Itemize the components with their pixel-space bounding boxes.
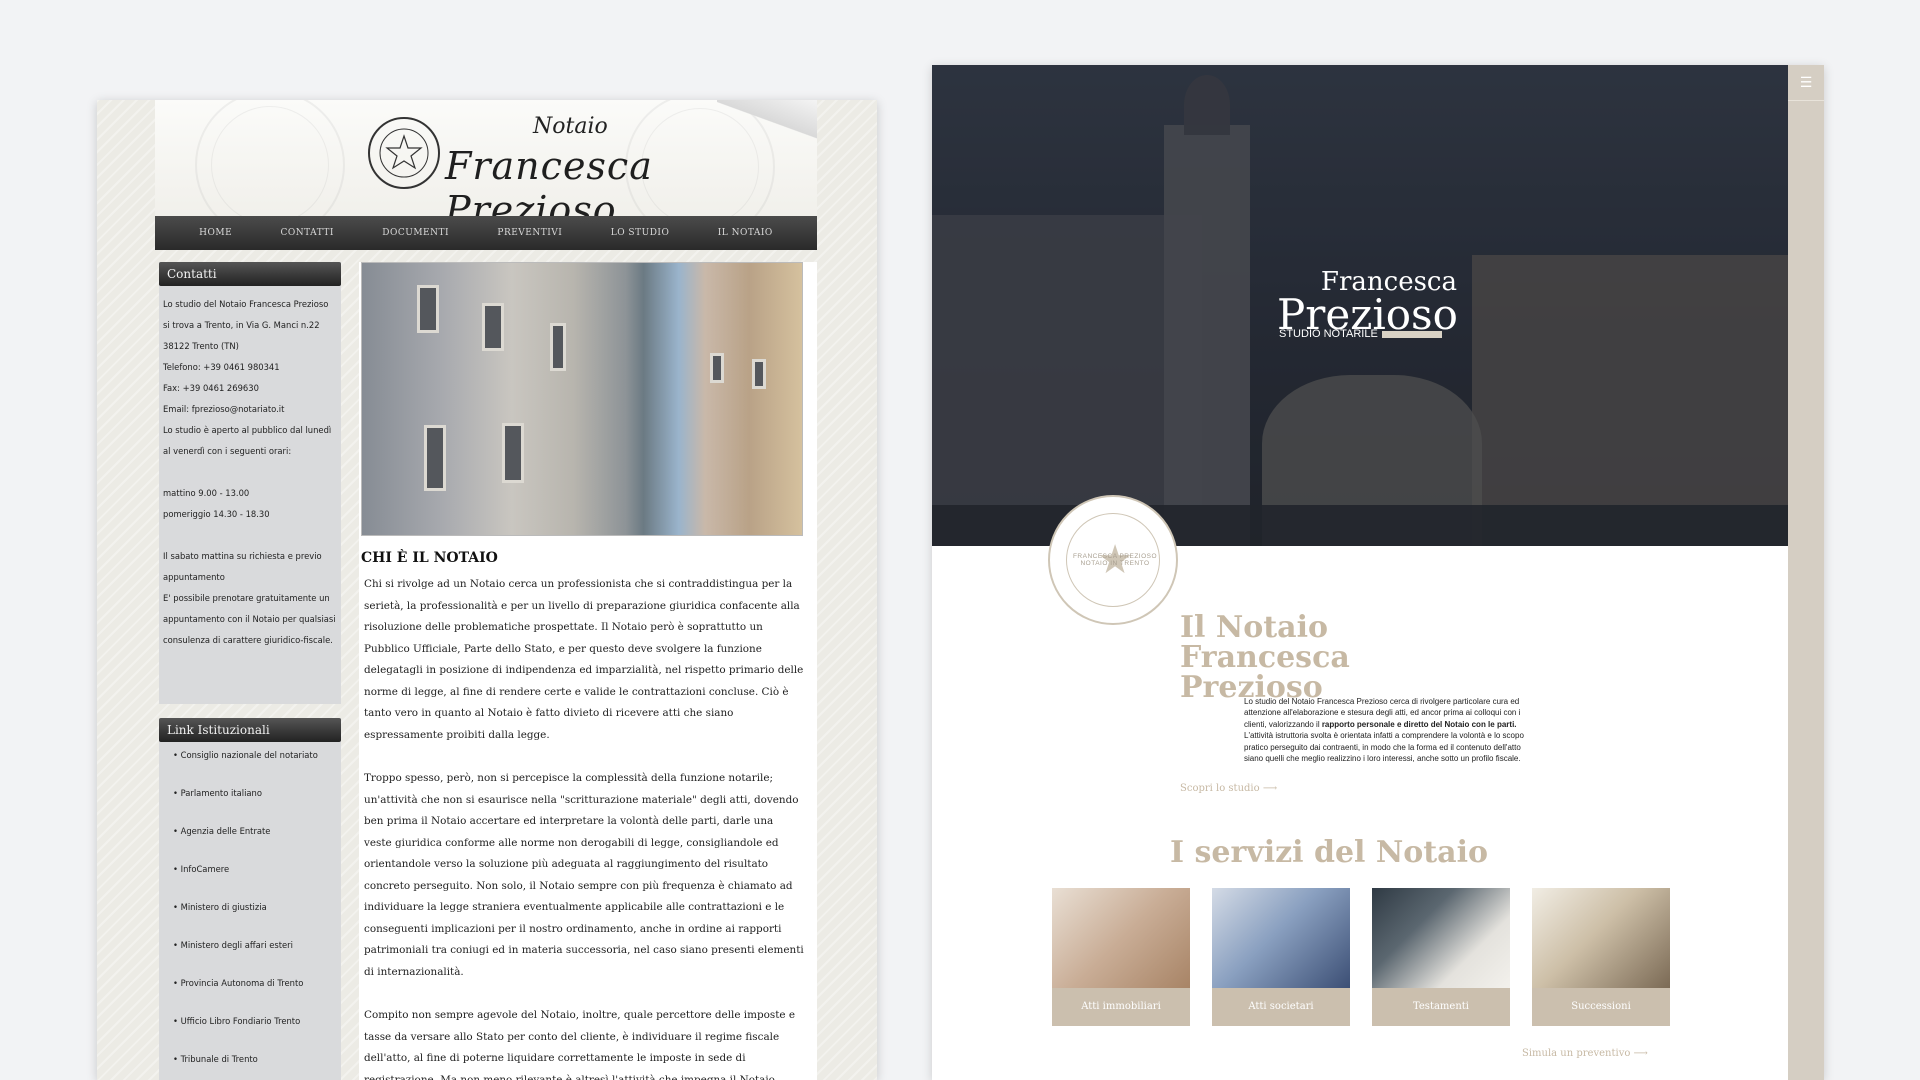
old-website-screenshot: Notaio Francesca Prezioso HOME CONTATTI …	[97, 100, 877, 1080]
new-website-screenshot: Francesca Prezioso STUDIO NOTARILE ☰ ★ F…	[932, 65, 1824, 1080]
link-item[interactable]: InfoCamere	[173, 862, 331, 900]
contatti-line: Il sabato mattina su richiesta e previo …	[163, 551, 322, 582]
notaio-label: Notaio	[533, 114, 608, 139]
hero-accent-bar	[1382, 331, 1442, 338]
menu-button[interactable]: ☰	[1788, 65, 1824, 101]
link-item[interactable]: Tribunale di Trento	[173, 1052, 331, 1080]
contatti-line: mattino 9.00 - 13.00	[163, 488, 250, 498]
nav-documenti[interactable]: DOCUMENTI	[382, 228, 449, 238]
contatti-email[interactable]: Email: fprezioso@notariato.it	[163, 399, 337, 420]
service-label: Testamenti	[1372, 988, 1510, 1026]
service-card-atti-immobiliari[interactable]: Atti immobiliari	[1052, 888, 1190, 1026]
window-shape	[482, 303, 504, 351]
services-title: I servizi del Notaio	[1170, 835, 1489, 870]
old-site-header: Notaio Francesca Prezioso	[155, 100, 817, 216]
link-item[interactable]: Parlamento italiano	[173, 786, 331, 824]
contatti-spacer	[163, 462, 337, 483]
window-shape	[417, 285, 439, 333]
service-card-successioni[interactable]: Successioni	[1532, 888, 1670, 1026]
books-photo	[1532, 888, 1670, 988]
contatti-line: Lo studio del Notaio Francesca Prezioso …	[163, 299, 329, 330]
old-main-nav: HOME CONTATTI DOCUMENTI PREVENTIVI LO ST…	[155, 216, 817, 250]
about-text-part: L'attività istruttoria svolta è orientat…	[1244, 731, 1524, 764]
handshake-photo	[1212, 888, 1350, 988]
contatti-line: Telefono: +39 0461 980341	[163, 362, 280, 372]
link-item[interactable]: Ministero di giustizia	[173, 900, 331, 938]
article-body: Chi si rivolge ad un Notaio cerca un pro…	[364, 574, 804, 1080]
link-istituzionali-title: Link Istituzionali	[159, 718, 341, 742]
link-list: Consiglio nazionale del notariato Parlam…	[159, 742, 341, 1080]
service-label: Successioni	[1532, 988, 1670, 1026]
service-label: Atti societari	[1212, 988, 1350, 1026]
link-item[interactable]: Consiglio nazionale del notariato	[173, 748, 331, 786]
contatti-panel: Contatti Lo studio del Notaio Francesca …	[159, 262, 341, 704]
nav-contatti[interactable]: CONTATTI	[281, 228, 334, 238]
nav-home[interactable]: HOME	[199, 228, 232, 238]
window-shape	[710, 353, 724, 383]
contatti-line: pomeriggio 14.30 - 18.30	[163, 509, 270, 519]
link-item[interactable]: Ministero degli affari esteri	[173, 938, 331, 976]
hero-subtitle: STUDIO NOTARILE	[1279, 328, 1378, 340]
republic-seal-icon	[368, 117, 440, 189]
page-curl-decoration	[717, 100, 817, 148]
service-card-atti-societari[interactable]: Atti societari	[1212, 888, 1350, 1026]
about-text: Lo studio del Notaio Francesca Prezioso …	[1244, 696, 1534, 764]
window-shape	[752, 359, 766, 389]
window-shape	[550, 323, 566, 371]
window-shape	[424, 425, 446, 491]
contatti-spacer	[163, 525, 337, 546]
contatti-line: Lo studio è aperto al pubblico dal luned…	[163, 425, 332, 456]
link-item[interactable]: Ufficio Libro Fondiario Trento	[173, 1014, 331, 1052]
hamburger-icon: ☰	[1799, 74, 1813, 91]
pen-photo	[1372, 888, 1510, 988]
ghost-seal-decoration	[195, 100, 345, 216]
article-paragraph: Troppo spesso, però, non si percepisce l…	[364, 772, 804, 978]
street-photo	[361, 262, 803, 536]
window-shape	[502, 423, 524, 483]
notary-seal-icon: ★ FRANCESCA PREZIOSO NOTAIO IN TRENTO	[1048, 495, 1178, 625]
keys-photo	[1052, 888, 1190, 988]
article-paragraph: Compito non sempre agevole del Notaio, i…	[364, 1009, 795, 1080]
nav-il-notaio[interactable]: IL NOTAIO	[718, 228, 773, 238]
simulate-quote-link[interactable]: Simula un preventivo ⟶	[1522, 1048, 1648, 1059]
service-card-testamenti[interactable]: Testamenti	[1372, 888, 1510, 1026]
link-istituzionali-panel: Link Istituzionali Consiglio nazionale d…	[159, 718, 341, 1080]
contatti-title: Contatti	[159, 262, 341, 286]
link-item[interactable]: Agenzia delle Entrate	[173, 824, 331, 862]
contatti-line: E' possibile prenotare gratuitamente un …	[163, 593, 336, 645]
notary-name-logo: Francesca Prezioso	[445, 144, 653, 216]
seal-text: FRANCESCA PREZIOSO NOTAIO IN TRENTO	[1072, 553, 1158, 567]
about-text-bold: rapporto personale e diretto del Notaio …	[1321, 719, 1517, 729]
page-title: CHI È IL NOTAIO	[361, 550, 498, 566]
link-item[interactable]: Provincia Autonoma di Trento	[173, 976, 331, 1014]
hero-section: Francesca Prezioso STUDIO NOTARILE	[932, 65, 1788, 546]
hero-logo: Francesca Prezioso	[1277, 269, 1458, 336]
discover-studio-link[interactable]: Scopri lo studio ⟶	[1180, 783, 1277, 794]
nav-preventivi[interactable]: PREVENTIVI	[497, 228, 562, 238]
contatti-line: Fax: +39 0461 269630	[163, 383, 259, 393]
side-rail: ☰	[1788, 65, 1824, 1080]
contatti-line: 38122 Trento (TN)	[163, 341, 239, 351]
old-main-content: CHI È IL NOTAIO Chi si rivolge ad un Not…	[359, 262, 817, 1080]
article-paragraph: Chi si rivolge ad un Notaio cerca un pro…	[364, 578, 804, 741]
contatti-body: Lo studio del Notaio Francesca Prezioso …	[159, 286, 341, 659]
about-title: Il Notaio Francesca Prezioso	[1180, 610, 1350, 705]
service-label: Atti immobiliari	[1052, 988, 1190, 1026]
nav-lo-studio[interactable]: LO STUDIO	[611, 228, 670, 238]
